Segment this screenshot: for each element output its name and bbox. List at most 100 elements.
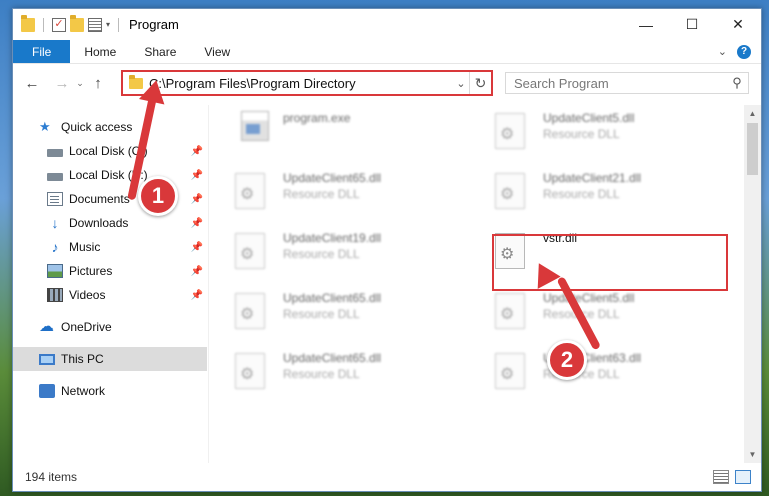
search-box[interactable]: ⚲ [505, 72, 749, 94]
nav-item-network[interactable]: Network [13, 379, 207, 403]
nav-item-pictures[interactable]: Pictures 📌 [13, 259, 207, 283]
file-name: UpdateClient19.dll [283, 231, 382, 245]
downloads-icon: ↓ [51, 215, 59, 231]
dll-file-icon [235, 233, 265, 269]
properties-icon[interactable] [88, 17, 102, 32]
annotation-badge-1: 1 [138, 176, 178, 216]
vertical-scrollbar[interactable]: ▲ ▼ [744, 105, 761, 463]
nav-item-this-pc[interactable]: This PC [13, 347, 207, 371]
nav-item-documents[interactable]: Documents 📌 [13, 187, 207, 211]
nav-item-quick-access[interactable]: ★ Quick access [13, 115, 207, 139]
scroll-down-arrow-icon[interactable]: ▼ [744, 446, 761, 463]
nav-item-videos[interactable]: Videos 📌 [13, 283, 207, 307]
pictures-icon [47, 264, 63, 278]
pin-icon[interactable]: 📌 [191, 290, 203, 301]
nav-item-label: Documents [69, 192, 130, 206]
file-type: Resource DLL [543, 187, 620, 201]
nav-item-label: Network [61, 384, 106, 398]
file-item-program-exe[interactable]: program.exe [211, 105, 441, 157]
onedrive-icon: ☁ [39, 318, 54, 335]
pin-icon[interactable]: 📌 [191, 194, 203, 205]
pin-icon[interactable]: 📌 [191, 242, 203, 253]
nav-item-label: Music [69, 240, 101, 254]
file-name: UpdateClient65.dll [283, 291, 382, 305]
documents-icon [47, 192, 63, 206]
nav-item-onedrive[interactable]: ☁ OneDrive [13, 315, 207, 339]
dll-file-icon [495, 173, 525, 209]
pin-icon[interactable]: 📌 [191, 218, 203, 229]
title-bar: ✓ ▾ Program — ☐ ✕ [13, 9, 761, 40]
file-item[interactable]: UpdateClient5.dll Resource DLL [471, 105, 701, 157]
pin-icon[interactable]: 📌 [191, 170, 203, 181]
window-title: Program [129, 17, 179, 32]
dll-file-icon [235, 293, 265, 329]
file-explorer-window: ✓ ▾ Program — ☐ ✕ File Home Share View ⌄… [12, 8, 762, 492]
disk-icon [47, 148, 63, 157]
help-icon[interactable]: ? [737, 44, 751, 59]
star-icon: ★ [39, 119, 51, 134]
view-buttons [713, 470, 761, 484]
qat-separator [43, 17, 44, 32]
expand-ribbon-chevron-icon[interactable]: ⌄ [718, 45, 727, 58]
new-folder-icon[interactable] [70, 14, 84, 32]
pin-icon[interactable]: 📌 [191, 266, 203, 277]
close-button[interactable]: ✕ [715, 9, 761, 40]
file-item[interactable]: UpdateClient21.dll Resource DLL [471, 165, 701, 217]
nav-item-label: Videos [69, 288, 106, 302]
scroll-up-arrow-icon[interactable]: ▲ [744, 105, 761, 122]
file-item[interactable]: UpdateClient19.dll Resource DLL [211, 225, 441, 277]
nav-item-label: This PC [61, 352, 104, 366]
address-bar[interactable]: C:\Program Files\Program Directory ⌄ ↻ [121, 70, 493, 96]
details-view-icon[interactable] [713, 470, 729, 484]
recent-locations-chevron-icon[interactable]: ⌄ [73, 72, 87, 94]
properties-check-icon[interactable]: ✓ [52, 17, 66, 32]
search-icon[interactable]: ⚲ [726, 75, 748, 91]
up-button[interactable]: ↑ [87, 72, 109, 94]
file-name: UpdateClient21.dll [543, 171, 642, 185]
maximize-button[interactable]: ☐ [669, 9, 715, 40]
nav-item-label: OneDrive [61, 320, 112, 334]
refresh-button[interactable]: ↻ [469, 72, 491, 94]
dll-file-icon [495, 353, 525, 389]
scroll-thumb[interactable] [747, 123, 758, 175]
file-name: program.exe [283, 111, 351, 125]
file-type: Resource DLL [283, 367, 360, 381]
nav-item-local-disk-c[interactable]: Local Disk (C:) 📌 [13, 139, 207, 163]
highlight-box-vstr-dll [492, 234, 728, 291]
nav-item-downloads[interactable]: ↓ Downloads 📌 [13, 211, 207, 235]
network-icon [39, 384, 55, 398]
pin-icon[interactable]: 📌 [191, 146, 203, 157]
tab-home[interactable]: Home [70, 40, 130, 63]
file-type: Resource DLL [283, 307, 360, 321]
exe-file-icon [241, 111, 269, 141]
file-item[interactable]: UpdateClient65.dll Resource DLL [211, 345, 441, 397]
file-name: UpdateClient5.dll [543, 291, 635, 305]
tab-file[interactable]: File [13, 40, 71, 63]
file-item[interactable]: UpdateClient65.dll Resource DLL [211, 165, 441, 217]
address-row: ← → ⌄ ↑ C:\Program Files\Program Directo… [13, 65, 761, 101]
window-controls: — ☐ ✕ [623, 9, 761, 40]
nav-item-label: Downloads [69, 216, 129, 230]
forward-button[interactable]: → [51, 72, 73, 94]
dll-file-icon [495, 113, 525, 149]
nav-item-local-disk-d[interactable]: Local Disk (D:) 📌 [13, 163, 207, 187]
annotation-badge-2: 2 [547, 340, 587, 380]
file-item[interactable]: UpdateClient65.dll Resource DLL [211, 285, 441, 337]
search-input[interactable] [514, 75, 726, 91]
back-button[interactable]: ← [21, 72, 43, 94]
tab-view[interactable]: View [190, 40, 244, 63]
address-path[interactable]: C:\Program Files\Program Directory [149, 76, 453, 91]
minimize-button[interactable]: — [623, 9, 669, 40]
folder-icon [21, 14, 35, 32]
address-dropdown-chevron-icon[interactable]: ⌄ [453, 77, 469, 90]
music-icon: ♪ [51, 239, 59, 255]
nav-item-music[interactable]: ♪ Music 📌 [13, 235, 207, 259]
status-bar: 194 items [13, 463, 761, 491]
nav-item-label: Quick access [61, 120, 133, 134]
ribbon-tabs: File Home Share View ⌄ ? [13, 40, 761, 64]
file-name: UpdateClient5.dll [543, 111, 635, 125]
qat-customize-chevron-icon[interactable]: ▾ [106, 20, 110, 29]
tab-share[interactable]: Share [130, 40, 190, 63]
file-list: program.exe UpdateClient5.dll Resource D… [211, 105, 743, 463]
large-icons-view-icon[interactable] [735, 470, 751, 484]
